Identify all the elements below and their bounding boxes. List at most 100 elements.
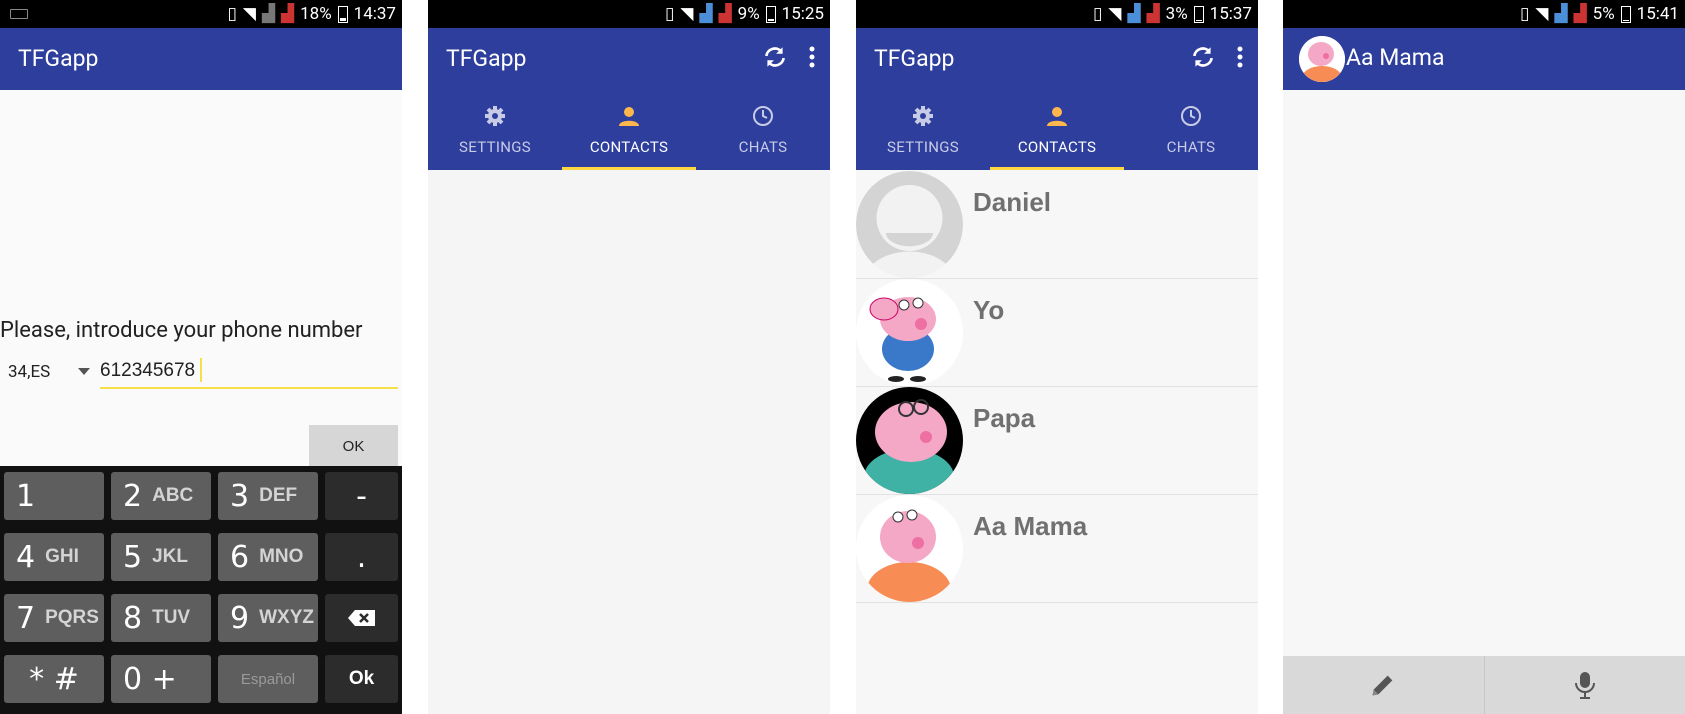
- status-bar: ▯ ◥ ▟ ▟ 9% 15:25: [428, 0, 830, 28]
- battery-charging-icon: [1193, 5, 1204, 23]
- overflow-menu-icon[interactable]: [1236, 44, 1244, 70]
- numeric-keyboard: 1 2 ABC 3 DEF - 4 GHI 5 JKL 6 MNO . 7 PQRS 8 TU…: [0, 466, 402, 714]
- key-backspace[interactable]: [325, 594, 398, 642]
- key-ok[interactable]: Ok: [325, 655, 398, 703]
- tab-chats[interactable]: CHATS: [696, 90, 830, 170]
- app-bar: TFGapp: [856, 28, 1258, 90]
- write-message-button[interactable]: [1283, 656, 1485, 714]
- voice-message-button[interactable]: [1485, 656, 1685, 714]
- key-4[interactable]: 4 GHI: [4, 533, 104, 581]
- gear-icon: [485, 106, 505, 126]
- wifi-icon: ◥: [242, 4, 256, 24]
- contact-row[interactable]: Aa Mama: [856, 495, 1258, 603]
- tab-settings[interactable]: SETTINGS: [856, 90, 990, 170]
- signal-icon: ▟: [1573, 4, 1587, 24]
- status-bar: ▯ ◥ ▟ ▟ 18% 14:37: [0, 0, 402, 28]
- signal-icon: ▟: [699, 4, 713, 24]
- key-1[interactable]: 1: [4, 472, 104, 520]
- app-title: TFGapp: [18, 45, 99, 72]
- key-period[interactable]: .: [325, 533, 398, 581]
- app-bar: Aa Mama: [1283, 28, 1685, 90]
- tab-settings[interactable]: SETTINGS: [428, 90, 562, 170]
- signal-icon: ▟: [281, 4, 295, 24]
- phone-prompt: Please, introduce your phone number: [0, 318, 363, 343]
- clock-time: 15:41: [1636, 4, 1679, 24]
- signal-icon: ▟: [718, 4, 732, 24]
- pig-avatar-icon: [856, 495, 963, 602]
- text-caret: [200, 358, 202, 382]
- app-bar: TFGapp: [0, 28, 402, 90]
- tab-contacts[interactable]: CONTACTS: [562, 90, 696, 170]
- key-dash[interactable]: -: [325, 472, 398, 520]
- contact-name: Aa Mama: [973, 511, 1088, 541]
- refresh-icon[interactable]: [1190, 44, 1216, 70]
- pig-avatar-icon: [856, 387, 963, 494]
- clock-time: 14:37: [353, 4, 396, 24]
- key-5[interactable]: 5 JKL: [111, 533, 211, 581]
- app-title: TFGapp: [874, 45, 955, 72]
- contacts-list-screen: ▯ ◥ ▟ ▟ 3% 15:37 TFGapp SETTINGS CONTACT…: [856, 0, 1258, 714]
- battery-icon: [337, 5, 348, 23]
- dropdown-arrow-icon[interactable]: [78, 368, 90, 375]
- app-bar: TFGapp: [428, 28, 830, 90]
- key-8[interactable]: 8 TUV: [111, 594, 211, 642]
- ok-button[interactable]: OK: [309, 425, 398, 467]
- contact-row[interactable]: Papa: [856, 387, 1258, 495]
- contact-row[interactable]: Yo: [856, 279, 1258, 387]
- app-title: TFGapp: [446, 45, 527, 72]
- tab-chats[interactable]: CHATS: [1124, 90, 1258, 170]
- phone-entry-screen: ▯ ◥ ▟ ▟ 18% 14:37 TFGapp Please, introdu…: [0, 0, 402, 714]
- person-icon: [619, 107, 639, 126]
- clock-time: 15:37: [1209, 4, 1252, 24]
- battery-icon: [765, 5, 776, 23]
- contact-name: Daniel: [973, 187, 1052, 217]
- vibrate-icon: ▯: [665, 4, 675, 24]
- signal-icon: ▟: [1146, 4, 1160, 24]
- clock-icon: [753, 106, 773, 126]
- microphone-icon: [1574, 672, 1595, 699]
- contact-name: Yo: [973, 295, 1005, 325]
- country-code-select[interactable]: 34,ES: [8, 362, 50, 382]
- overflow-menu-icon[interactable]: [808, 44, 816, 70]
- clock-time: 15:25: [781, 4, 824, 24]
- signal-icon: ▟: [1554, 4, 1568, 24]
- battery-icon: [1620, 5, 1631, 23]
- key-star-hash[interactable]: * #: [4, 655, 104, 703]
- backspace-icon: [347, 610, 375, 626]
- status-bar: ▯ ◥ ▟ ▟ 5% 15:41: [1283, 0, 1685, 28]
- battery-level: 18%: [300, 4, 332, 24]
- status-bar: ▯ ◥ ▟ ▟ 3% 15:37: [856, 0, 1258, 28]
- battery-level: 5%: [1592, 4, 1615, 24]
- key-0[interactable]: 0 +: [111, 655, 211, 703]
- tab-bar: SETTINGS CONTACTS CHATS: [856, 90, 1258, 170]
- pig-avatar-icon: [856, 279, 963, 386]
- key-3[interactable]: 3 DEF: [218, 472, 318, 520]
- key-9[interactable]: 9 WXYZ: [218, 594, 318, 642]
- battery-level: 9%: [737, 4, 760, 24]
- key-space-language[interactable]: Español: [218, 655, 318, 703]
- chat-title: Aa Mama: [1346, 44, 1445, 71]
- battery-level: 3%: [1165, 4, 1188, 24]
- key-7[interactable]: 7 PQRS: [4, 594, 104, 642]
- contacts-empty-screen: ▯ ◥ ▟ ▟ 9% 15:25 TFGapp SETTINGS CONTACT…: [428, 0, 830, 714]
- gear-icon: [913, 106, 933, 126]
- vibrate-icon: ▯: [227, 4, 237, 24]
- chat-action-bar: [1283, 656, 1685, 714]
- wifi-icon: ◥: [1535, 4, 1549, 24]
- signal-icon: ▟: [1127, 4, 1141, 24]
- clock-icon: [1181, 106, 1201, 126]
- vibrate-icon: ▯: [1093, 4, 1103, 24]
- refresh-icon[interactable]: [762, 44, 788, 70]
- key-6[interactable]: 6 MNO: [218, 533, 318, 581]
- tab-bar: SETTINGS CONTACTS CHATS: [428, 90, 830, 170]
- wifi-icon: ◥: [680, 4, 694, 24]
- signal-icon: ▟: [261, 4, 276, 24]
- key-2[interactable]: 2 ABC: [111, 472, 211, 520]
- contact-row[interactable]: Daniel: [856, 171, 1258, 279]
- phone-number-input[interactable]: [100, 355, 398, 389]
- contact-avatar-icon[interactable]: [1299, 36, 1345, 82]
- chat-screen: ▯ ◥ ▟ ▟ 5% 15:41 Aa Mama: [1283, 0, 1685, 714]
- person-icon: [1047, 107, 1067, 126]
- pencil-icon: [1372, 675, 1393, 696]
- tab-contacts[interactable]: CONTACTS: [990, 90, 1124, 170]
